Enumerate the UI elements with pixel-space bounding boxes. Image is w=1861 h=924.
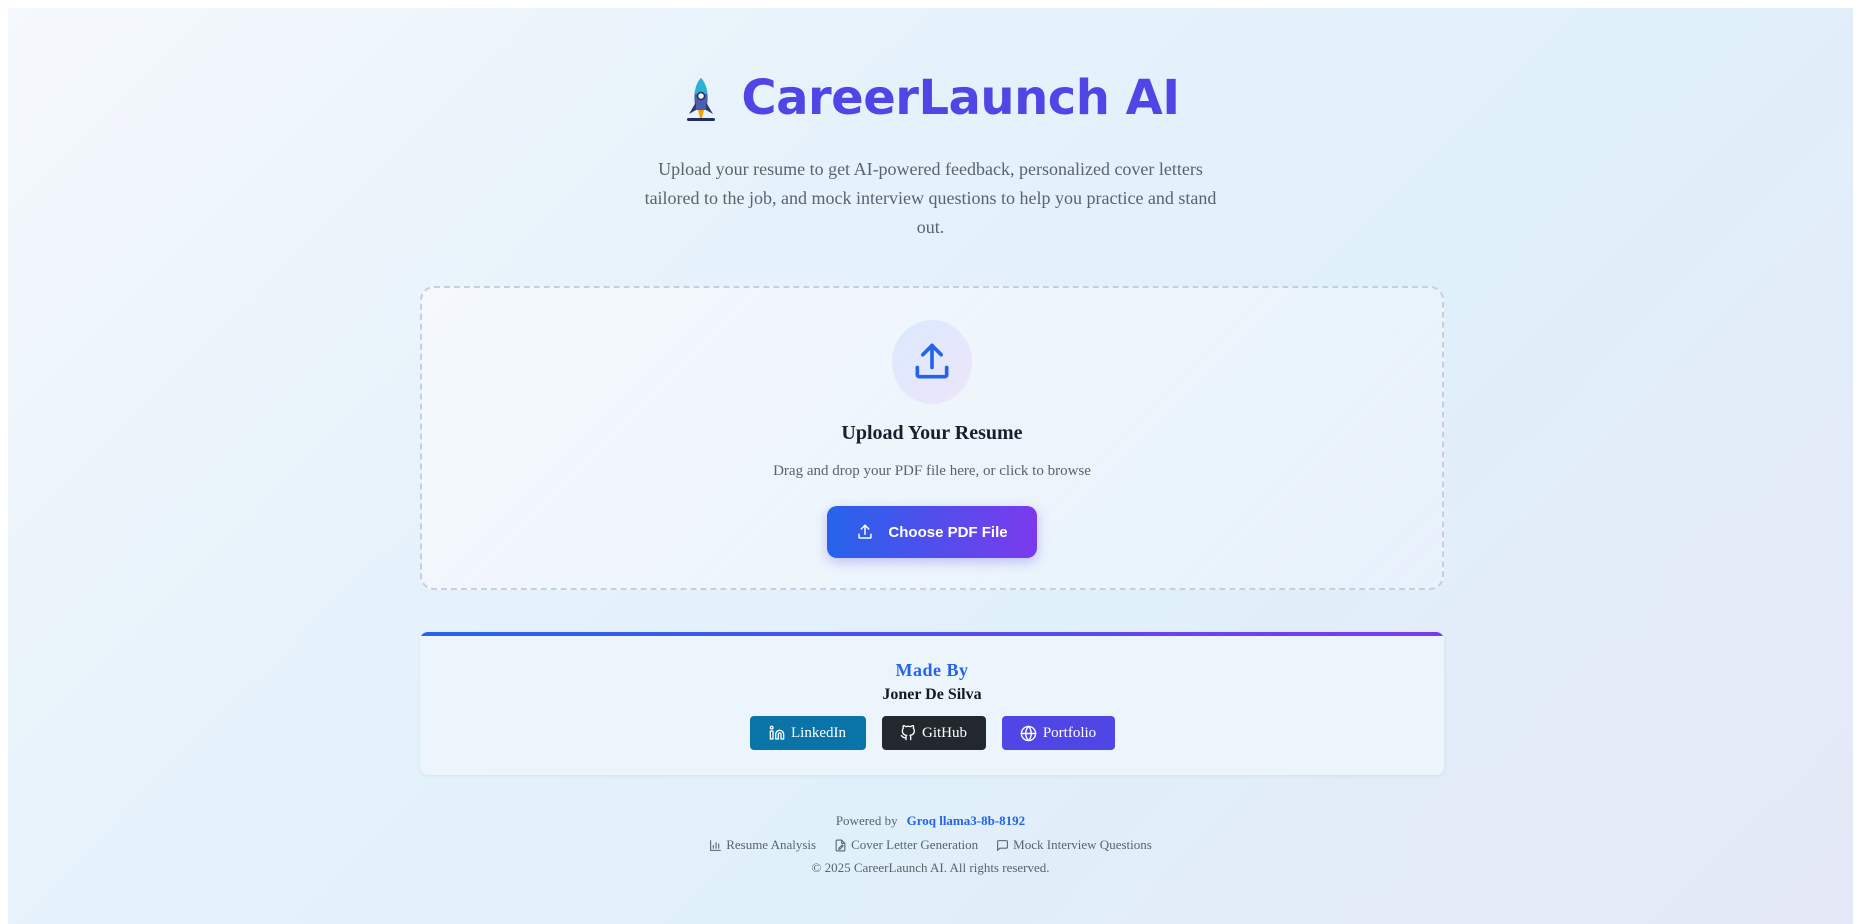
upload-hint: Drag and drop your PDF file here, or cli… <box>773 463 1091 479</box>
choose-pdf-button[interactable]: Choose PDF File <box>827 506 1037 558</box>
feature-list: Resume Analysis Cover Letter Generation … <box>8 836 1853 854</box>
upload-icon <box>892 320 972 404</box>
made-by-card: Made By Joner De Silva LinkedIn GitHub P… <box>420 632 1444 775</box>
gradient-accent-bar <box>420 632 1444 636</box>
upload-title: Upload Your Resume <box>841 422 1023 444</box>
portfolio-label: Portfolio <box>1042 724 1097 741</box>
linkedin-button[interactable]: LinkedIn <box>749 716 866 750</box>
copyright: © 2025 CareerLaunch AI. All rights reser… <box>811 860 1050 875</box>
app-subtitle: Upload your resume to get AI-powered fee… <box>644 159 1217 237</box>
linkedin-icon <box>769 725 785 740</box>
document-edit-icon <box>835 839 846 851</box>
app-title: CareerLaunch AI <box>741 70 1180 126</box>
github-icon <box>900 725 915 741</box>
github-button[interactable]: GitHub <box>881 716 986 750</box>
resume-dropzone[interactable]: Upload Your Resume Drag and drop your PD… <box>420 286 1444 590</box>
github-label: GitHub <box>922 724 967 741</box>
upload-small-icon <box>858 524 873 539</box>
powered-by: Powered by Groq llama3-8b-8192 <box>8 812 1853 830</box>
linkedin-label: LinkedIn <box>791 724 846 741</box>
app-background: CareerLaunch AI Upload your resume to ge… <box>8 8 1853 924</box>
author-name: Joner De Silva <box>882 686 982 703</box>
feature-cover-letter: Cover Letter Generation <box>834 837 978 853</box>
model-name: Groq llama3-8b-8192 <box>906 813 1026 828</box>
powered-by-label: Powered by <box>835 813 898 828</box>
globe-icon <box>1020 725 1037 741</box>
made-by-label: Made By <box>895 660 969 680</box>
portfolio-button[interactable]: Portfolio <box>1001 716 1115 750</box>
rocket-icon <box>681 76 721 124</box>
feature-resume-analysis: Resume Analysis <box>709 837 816 853</box>
feature-cover-letter-label: Cover Letter Generation <box>851 837 979 852</box>
feature-mock-interview: Mock Interview Questions <box>996 837 1152 853</box>
choose-pdf-label: Choose PDF File <box>888 523 1008 541</box>
social-links: LinkedIn GitHub Portfolio <box>420 716 1444 750</box>
feature-mock-interview-label: Mock Interview Questions <box>1013 837 1152 852</box>
chat-bubble-icon <box>997 839 1009 851</box>
header: CareerLaunch AI <box>8 70 1853 126</box>
bar-chart-icon <box>710 839 722 851</box>
feature-resume-analysis-label: Resume Analysis <box>726 837 817 852</box>
footer: Powered by Groq llama3-8b-8192 Resume An… <box>8 812 1853 878</box>
